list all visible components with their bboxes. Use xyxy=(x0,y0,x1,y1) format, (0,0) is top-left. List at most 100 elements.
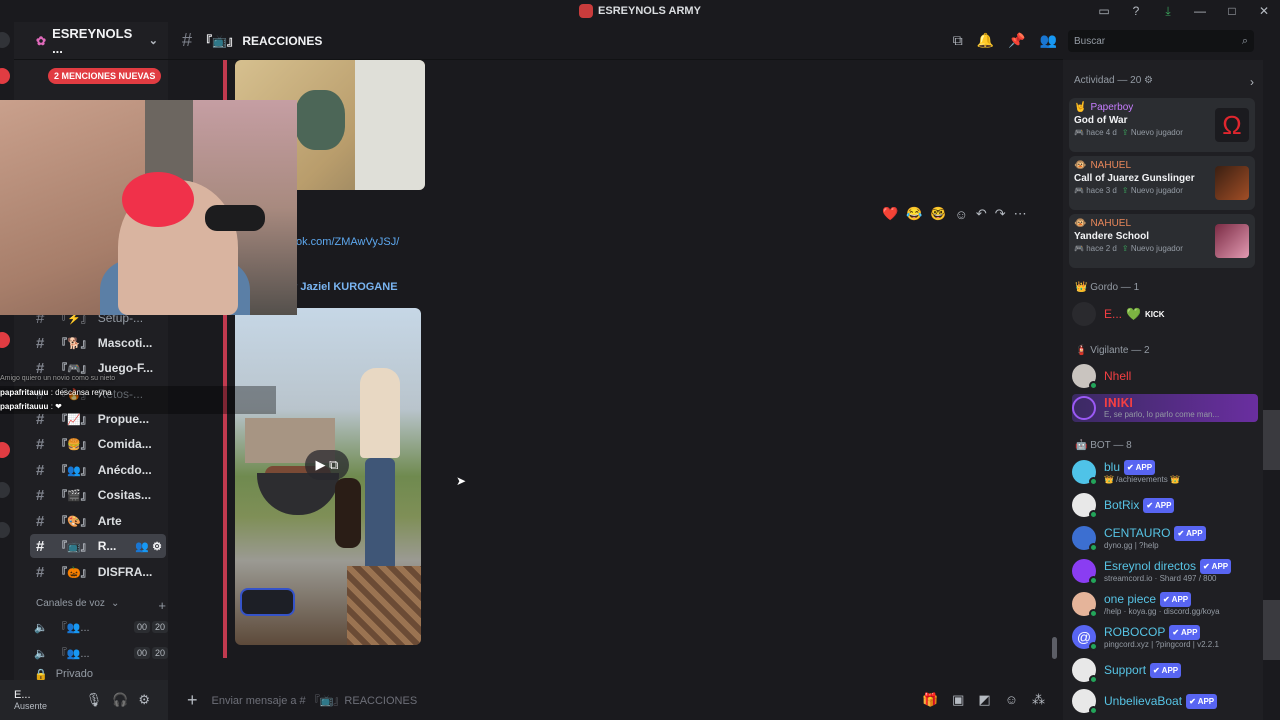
channel-item[interactable]: # 『🎬』 Cositas... xyxy=(30,483,166,507)
channel-emoji: 『🎨』 xyxy=(56,516,92,528)
add-channel-icon[interactable]: + xyxy=(158,598,166,613)
member-item[interactable]: one piece ✔ APP/help · koya.gg · discord.… xyxy=(1072,590,1258,618)
app-badge: ✔ APP xyxy=(1143,497,1175,513)
activity-tag: ⇪ Nuevo jugador xyxy=(1121,128,1183,137)
gear-icon[interactable]: ⚙ xyxy=(1144,75,1153,89)
window-title: ESREYNOLS ARMY xyxy=(598,5,701,17)
server-icon[interactable] xyxy=(0,522,10,538)
scrollbar[interactable] xyxy=(1052,637,1057,659)
apps-icon[interactable]: ⁂ xyxy=(1032,692,1045,708)
channel-label: Comida... xyxy=(97,437,152,451)
hash-icon: # xyxy=(36,435,45,453)
member-item[interactable]: UnbelievaBoat ✔ APP xyxy=(1072,687,1258,715)
help-icon[interactable]: ? xyxy=(1120,4,1152,18)
member-item[interactable]: Support ✔ APP xyxy=(1072,656,1258,684)
channel-header: # 『📺』 REACCIONES ⧉ 🔔 📌 👥 xyxy=(168,22,1063,60)
more-icon[interactable]: ⋯ xyxy=(1014,206,1027,222)
reaction-laugh[interactable]: 😂 xyxy=(906,206,922,222)
gif-icon[interactable]: ▣ xyxy=(952,692,964,708)
channel-item[interactable]: # 『👥』 Anécdo... xyxy=(30,458,166,482)
voice-channel[interactable]: 🔈 『👥... 00 20 xyxy=(34,616,168,638)
gift-icon[interactable]: 🎁 xyxy=(922,692,938,708)
channel-item[interactable]: # 『🍔』 Comida... xyxy=(30,432,166,456)
app-badge: ✔ APP xyxy=(1150,662,1182,678)
stream-chat-line: papafritauuu : descansa reyna xyxy=(0,386,276,400)
voice-count: 00 xyxy=(133,621,150,633)
new-mentions-pill[interactable]: 2 MENCIONES NUEVAS xyxy=(48,68,162,84)
activity-time: 🎮 hace 2 d xyxy=(1074,244,1117,253)
forward-icon[interactable]: ↷ xyxy=(995,206,1006,222)
voice-category[interactable]: Canales de voz ⌄ + xyxy=(36,598,166,613)
channel-item[interactable]: # 『🎨』 Arte xyxy=(30,509,166,533)
add-reaction-icon[interactable]: ☺ xyxy=(955,207,968,222)
activity-card[interactable]: 🐵 NAHUEL Yandere School 🎮 hace 2 d ⇪ Nuevo… xyxy=(1069,214,1255,268)
user-status: Ausente xyxy=(14,701,48,711)
hash-icon: # xyxy=(36,461,45,479)
reaction-nerd[interactable]: 🤓 xyxy=(930,206,946,222)
voice-channel[interactable]: 🔒 Privado xyxy=(34,668,168,680)
edge-panel xyxy=(1263,410,1280,470)
role-heading: 🤖 BOT — 8 xyxy=(1075,440,1132,451)
guild-flower-icon: ✿ xyxy=(36,33,47,48)
member-item[interactable]: 𝐈𝐍𝐈𝐊𝐈 E, se parlo, lo parlo come man... xyxy=(1072,394,1258,422)
server-icon[interactable] xyxy=(0,32,10,48)
member-name: one piece xyxy=(1104,591,1157,606)
server-icon[interactable] xyxy=(0,332,10,348)
minimize-button[interactable]: — xyxy=(1184,4,1216,18)
search-input[interactable]: Buscar ⌕ xyxy=(1068,30,1254,52)
headphones-icon[interactable]: 🎧 xyxy=(112,692,128,708)
gear-icon[interactable]: ⚙ xyxy=(138,692,150,708)
member-name: UnbelievaBoat xyxy=(1104,693,1183,708)
user-name[interactable]: E... xyxy=(14,689,47,701)
member-item[interactable]: Nhell xyxy=(1072,362,1258,390)
activity-heading: Actividad — 20 ⚙ › xyxy=(1074,75,1254,89)
threads-icon[interactable]: ⧉ xyxy=(953,32,963,49)
activity-card[interactable]: 🐵 NAHUEL Call of Juarez Gunslinger 🎮 hace… xyxy=(1069,156,1255,210)
member-name: BotRix xyxy=(1104,497,1140,512)
server-icon[interactable] xyxy=(0,442,10,458)
message-link[interactable]: ok.com/ZMAwVyJSJ/ xyxy=(296,236,399,248)
reply-author[interactable]: r Jaziel KUROGANE xyxy=(293,281,398,293)
reply-icon[interactable]: ↶ xyxy=(976,206,987,222)
channel-item-active[interactable]: # 『📺』 R... 👥 ⚙ xyxy=(30,534,166,558)
server-icon[interactable] xyxy=(0,482,10,498)
download-icon[interactable]: ⤓ xyxy=(1152,4,1184,19)
maximize-button[interactable]: □ xyxy=(1216,4,1248,18)
message-video[interactable]: ▶ ⧉ xyxy=(235,308,421,645)
member-item[interactable]: Esreynol directos ✔ APP streamcord.io · Sh… xyxy=(1072,557,1258,585)
emoji-icon[interactable]: ☺ xyxy=(1005,692,1018,708)
channel-item[interactable]: # 『🎃』 DISFRA... xyxy=(30,560,166,584)
voice-channel[interactable]: 🔈 『👥... 00 20 xyxy=(34,642,168,664)
member-item[interactable]: @ ROBOCOP ✔ APP pingcord.xyz | ?pingcord |… xyxy=(1072,623,1258,651)
stream-chat-overlay: Amigo quiero un novio como su nieto papa… xyxy=(0,372,276,414)
attach-plus-icon[interactable]: + xyxy=(187,690,198,711)
reaction-heart[interactable]: ❤️ xyxy=(882,206,898,222)
close-button[interactable]: ✕ xyxy=(1248,4,1280,18)
kick-heart-icon: 💚 xyxy=(1126,306,1141,321)
guild-header[interactable]: ✿ ESREYNOLS ... ⌄ xyxy=(14,22,168,60)
activity-card[interactable]: 🤘 Paperboy God of War 🎮 hace 4 d ⇪ Nuevo j… xyxy=(1069,98,1255,152)
channel-item[interactable]: # 『🐕』 Mascoti... xyxy=(30,331,166,355)
members-icon[interactable]: 👥 xyxy=(1040,32,1057,49)
user-panel: E... Ausente 🎙 🎧 ⚙ xyxy=(0,680,168,720)
stream-chat-line: papafritauuu : ❤ xyxy=(0,400,276,414)
mouse-cursor: ➤ xyxy=(456,474,467,488)
play-icon[interactable]: ▶ ⧉ xyxy=(305,450,349,480)
sticker-icon[interactable]: ◩ xyxy=(978,692,990,708)
hash-icon: # xyxy=(182,30,193,50)
channel-settings-icons[interactable]: 👥 ⚙ xyxy=(135,540,166,553)
microphone-icon[interactable]: 🎙 xyxy=(86,692,103,708)
member-item[interactable]: E... 💚 KICK xyxy=(1072,300,1258,328)
member-item[interactable]: CENTAURO ✔ APP dyno.gg | ?help xyxy=(1072,524,1258,552)
member-status: streamcord.io · Shard 497 / 800 xyxy=(1104,573,1217,583)
voice-count: 00 xyxy=(133,647,150,659)
chevron-right-icon[interactable]: › xyxy=(1250,75,1254,89)
member-item[interactable]: BotRix ✔ APP xyxy=(1072,491,1258,519)
pin-icon[interactable]: 📌 xyxy=(1008,32,1025,49)
server-icon[interactable] xyxy=(0,68,10,84)
message-input[interactable]: Enviar mensaje a # 『📺』REACCIONES xyxy=(212,692,418,708)
member-item[interactable]: blu ✔ APP 👑 /achievements 👑 xyxy=(1072,458,1258,486)
bell-icon[interactable]: 🔔 xyxy=(977,32,994,49)
hash-icon: # xyxy=(36,563,45,581)
inbox-icon[interactable]: ▭ xyxy=(1088,4,1120,18)
